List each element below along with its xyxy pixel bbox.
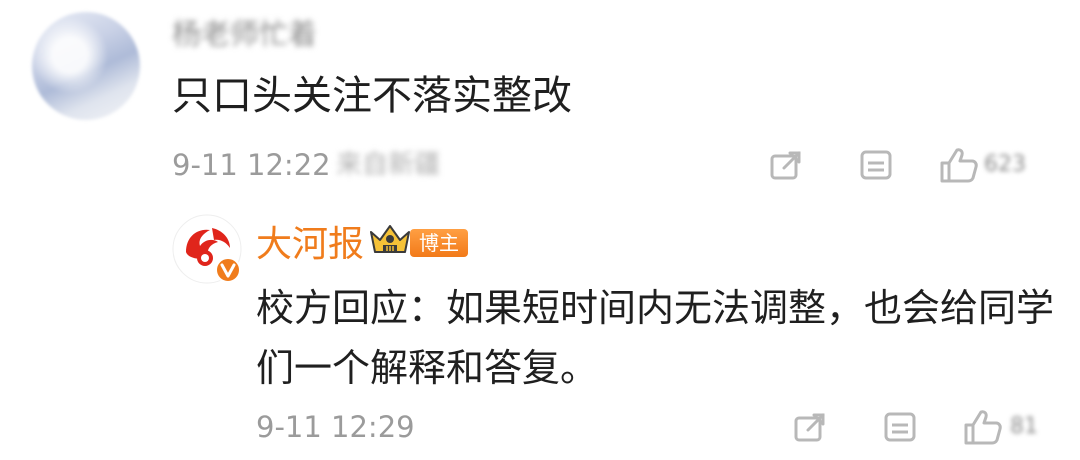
comment-icon — [860, 150, 892, 180]
share-icon — [794, 413, 825, 442]
like-count: 81 — [1010, 414, 1038, 439]
crown-icon — [370, 225, 410, 253]
comment-username[interactable]: 杨老师忙着 — [172, 14, 317, 54]
like-icon — [940, 148, 978, 183]
comment-button[interactable] — [882, 410, 918, 446]
share-button[interactable] — [768, 148, 804, 184]
share-icon — [770, 151, 801, 180]
like-button[interactable] — [938, 146, 980, 184]
share-button[interactable] — [792, 410, 828, 446]
like-button[interactable] — [962, 408, 1004, 446]
avatar[interactable] — [32, 12, 140, 120]
comment-button[interactable] — [858, 148, 894, 184]
reply-username[interactable]: 大河报 — [256, 222, 364, 268]
like-icon — [964, 410, 1002, 445]
comment-icon — [884, 412, 916, 442]
like-count: 623 — [984, 152, 1026, 177]
comment-location: 来自新疆 — [336, 150, 441, 180]
blogger-badge: 博主 — [410, 229, 468, 257]
comment-timestamp: 9-11 12:22 — [172, 148, 331, 182]
reply-text: 校方回应：如果短时间内无法调整，也会给同学们一个解释和答复。 — [256, 286, 1055, 390]
comment-text: 只口头关注不落实整改 — [172, 73, 572, 119]
reply-timestamp: 9-11 12:29 — [256, 410, 415, 444]
avatar[interactable] — [172, 214, 242, 284]
